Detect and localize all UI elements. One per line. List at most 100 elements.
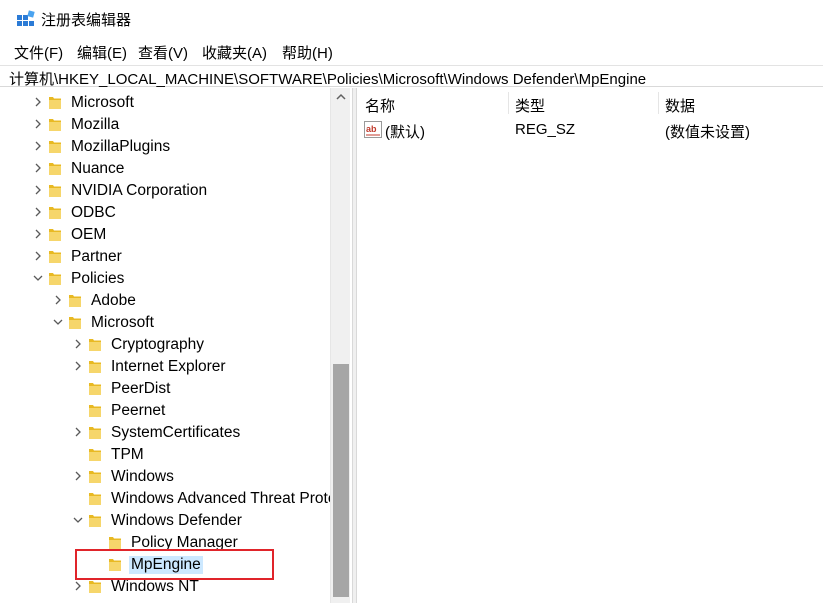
chevron-right-icon[interactable] xyxy=(33,223,43,245)
window-title: 注册表编辑器 xyxy=(41,12,132,29)
chevron-right-icon[interactable] xyxy=(33,201,43,223)
value-name[interactable]: (默认) xyxy=(385,121,425,142)
chevron-down-icon[interactable] xyxy=(53,311,63,333)
tree-item-label: Policies xyxy=(71,270,125,287)
tree-item[interactable]: Windows xyxy=(0,465,330,487)
tree-item-label: Adobe xyxy=(91,292,136,309)
tree-item[interactable]: Adobe xyxy=(0,289,330,311)
tree-item[interactable]: Policies xyxy=(0,267,330,289)
tree-item-label: Windows xyxy=(111,468,174,485)
tree-item-label: Microsoft xyxy=(91,314,154,331)
tree-item[interactable]: PeerDist xyxy=(0,377,330,399)
tree-item-label: Windows NT xyxy=(111,578,199,595)
folder-icon xyxy=(89,515,101,527)
tree-scrollbar[interactable] xyxy=(330,88,350,603)
folder-icon xyxy=(49,119,61,131)
tree-item-label: PeerDist xyxy=(111,380,171,397)
tree-item[interactable]: ODBC xyxy=(0,201,330,223)
folder-icon xyxy=(89,471,101,483)
tree-item-label: OEM xyxy=(71,226,107,243)
folder-icon xyxy=(49,207,61,219)
address-bar[interactable]: 计算机\HKEY_LOCAL_MACHINE\SOFTWARE\Policies… xyxy=(0,65,823,89)
folder-icon xyxy=(89,361,101,373)
tree-item[interactable]: SystemCertificates xyxy=(0,421,330,443)
column-header-name[interactable]: 名称 xyxy=(365,95,395,116)
folder-icon xyxy=(49,273,61,285)
chevron-right-icon[interactable] xyxy=(33,113,43,135)
tree-item[interactable]: Microsoft xyxy=(0,91,330,113)
chevron-down-icon[interactable] xyxy=(73,509,83,531)
menu-favorites[interactable]: 收藏夹(A) xyxy=(202,42,267,63)
tree-item[interactable]: Mozilla xyxy=(0,113,330,135)
chevron-right-icon[interactable] xyxy=(73,355,83,377)
chevron-right-icon[interactable] xyxy=(33,245,43,267)
value-data[interactable]: (数值未设置) xyxy=(665,121,750,142)
menu-help[interactable]: 帮助(H) xyxy=(282,42,333,63)
scroll-up-icon[interactable] xyxy=(331,88,351,106)
chevron-right-icon[interactable] xyxy=(33,179,43,201)
chevron-right-icon[interactable] xyxy=(33,135,43,157)
folder-icon xyxy=(89,493,101,505)
folder-icon xyxy=(49,141,61,153)
tree-item-label: ODBC xyxy=(71,204,116,221)
folder-icon xyxy=(89,427,101,439)
folder-icon xyxy=(49,251,61,263)
tree-item[interactable]: NVIDIA Corporation xyxy=(0,179,330,201)
scrollbar-thumb[interactable] xyxy=(333,364,349,597)
tree-item-label: Internet Explorer xyxy=(111,358,226,375)
tree-item[interactable]: OEM xyxy=(0,223,330,245)
column-header-data[interactable]: 数据 xyxy=(665,95,695,116)
highlight-annotation xyxy=(75,549,274,580)
tree-item[interactable]: Microsoft xyxy=(0,311,330,333)
folder-icon xyxy=(89,383,101,395)
menu-view[interactable]: 查看(V) xyxy=(138,42,188,63)
tree-item[interactable]: Internet Explorer xyxy=(0,355,330,377)
folder-icon xyxy=(89,581,101,593)
chevron-right-icon[interactable] xyxy=(53,289,63,311)
menu-edit[interactable]: 编辑(E) xyxy=(77,42,127,63)
address-path[interactable]: 计算机\HKEY_LOCAL_MACHINE\SOFTWARE\Policies… xyxy=(9,68,646,89)
chevron-right-icon[interactable] xyxy=(73,465,83,487)
tree-item-label: Peernet xyxy=(111,402,166,419)
regedit-icon xyxy=(17,10,35,26)
tree-item[interactable]: TPM xyxy=(0,443,330,465)
folder-icon xyxy=(89,339,101,351)
tree-item[interactable]: Cryptography xyxy=(0,333,330,355)
chevron-right-icon[interactable] xyxy=(73,333,83,355)
tree-item-label: Nuance xyxy=(71,160,125,177)
chevron-right-icon[interactable] xyxy=(33,91,43,113)
tree-item[interactable]: Partner xyxy=(0,245,330,267)
menu-bar: 文件(F) 编辑(E) 查看(V) 收藏夹(A) 帮助(H) xyxy=(0,38,823,64)
folder-icon xyxy=(69,317,81,329)
string-value-icon: ab xyxy=(364,121,382,138)
chevron-down-icon[interactable] xyxy=(33,267,43,289)
chevron-right-icon[interactable] xyxy=(73,421,83,443)
key-tree[interactable]: Microsoft Mozilla MozillaPlugins Nuance NVID… xyxy=(0,88,330,603)
menu-file[interactable]: 文件(F) xyxy=(14,42,63,63)
tree-item-label: MozillaPlugins xyxy=(71,138,171,155)
folder-icon xyxy=(49,229,61,241)
tree-item-label: Cryptography xyxy=(111,336,205,353)
values-pane[interactable]: 名称 类型 数据 ab (默认) REG_SZ (数值未设置) xyxy=(357,88,823,603)
folder-icon xyxy=(89,405,101,417)
tree-item[interactable]: Peernet xyxy=(0,399,330,421)
folder-icon xyxy=(69,295,81,307)
tree-item[interactable]: Windows Defender xyxy=(0,509,330,531)
tree-item-label: NVIDIA Corporation xyxy=(71,182,208,199)
chevron-right-icon[interactable] xyxy=(33,157,43,179)
folder-icon xyxy=(49,185,61,197)
column-header-type[interactable]: 类型 xyxy=(515,95,545,116)
folder-icon xyxy=(109,537,121,549)
tree-item[interactable]: MozillaPlugins xyxy=(0,135,330,157)
column-divider[interactable] xyxy=(508,92,509,114)
value-type[interactable]: REG_SZ xyxy=(515,121,575,138)
tree-item[interactable]: Windows Advanced Threat Protection xyxy=(0,487,330,509)
tree-item-label: SystemCertificates xyxy=(111,424,241,441)
tree-item[interactable]: Nuance xyxy=(0,157,330,179)
tree-item-label: TPM xyxy=(111,446,144,463)
key-tree-pane[interactable]: Microsoft Mozilla MozillaPlugins Nuance NVID… xyxy=(0,88,352,603)
column-divider[interactable] xyxy=(658,92,659,114)
tree-item-label: Microsoft xyxy=(71,94,134,111)
tree-item-label: Mozilla xyxy=(71,116,120,133)
folder-icon xyxy=(49,163,61,175)
